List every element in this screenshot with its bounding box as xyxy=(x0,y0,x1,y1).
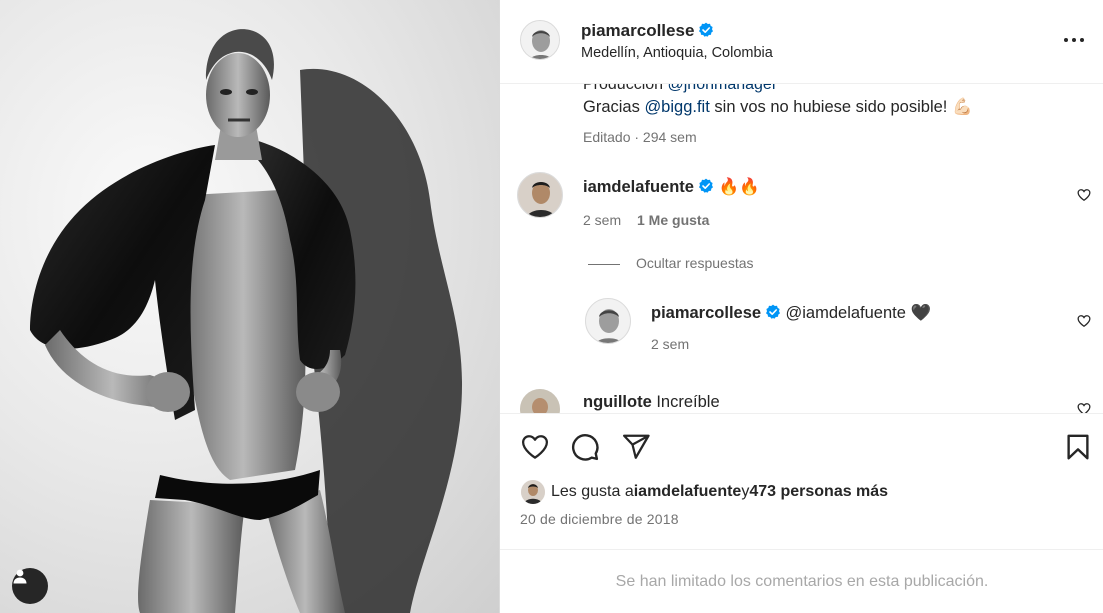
replies-divider-line xyxy=(588,263,620,265)
commenter-avatar-image xyxy=(520,389,560,413)
post-actions: Les gusta a iamdelafuente y 473 personas… xyxy=(500,414,1103,550)
post-photo[interactable] xyxy=(0,0,499,613)
hide-replies-label[interactable]: Ocultar respuestas xyxy=(636,255,754,271)
comments-list[interactable]: Producción @jhonmanager Gracias @bigg.fi… xyxy=(500,84,1103,414)
comment-body: nguillote Increíble xyxy=(583,393,720,412)
likes-summary: Les gusta a iamdelafuente y 473 personas… xyxy=(521,480,888,504)
post-side-panel: piamarcollese Medellín, Antioquia, Colom… xyxy=(499,0,1103,613)
caption-mention-link[interactable]: @bigg.fit xyxy=(644,98,709,116)
caption-text: sin vos no hubiese sido posible! 💪🏻 xyxy=(709,98,973,116)
bookmark-icon[interactable] xyxy=(1063,432,1093,462)
comment-like-heart-icon[interactable] xyxy=(1077,402,1091,414)
commenter-avatar[interactable] xyxy=(520,389,560,413)
user-tag-button[interactable] xyxy=(12,568,48,604)
post-location[interactable]: Medellín, Antioquia, Colombia xyxy=(581,45,773,61)
verified-badge-icon xyxy=(698,178,713,193)
comment-likes-count[interactable]: 1 Me gusta xyxy=(637,212,709,228)
user-tag-icon xyxy=(13,569,27,584)
commenter-avatar-image xyxy=(518,173,562,217)
comments-limited-notice: Se han limitado los comentarios en esta … xyxy=(615,572,989,590)
reply-mention-link[interactable]: @iamdelafuente xyxy=(786,304,906,322)
share-icon[interactable] xyxy=(621,432,651,462)
caption-mention-link[interactable]: @jhonmanager xyxy=(668,84,778,93)
reply-text: 🖤 xyxy=(905,304,932,322)
post-header: piamarcollese Medellín, Antioquia, Colom… xyxy=(500,0,1103,84)
caption-meta: Editado · 294 sem xyxy=(583,129,697,145)
caption-line-partial: Producción @jhonmanager xyxy=(583,84,777,94)
likes-count-link[interactable]: 473 personas más xyxy=(749,483,888,501)
liker-avatar[interactable] xyxy=(521,480,545,504)
author-avatar[interactable] xyxy=(520,20,560,60)
likes-prefix: Les gusta a xyxy=(551,483,634,500)
verified-badge-icon xyxy=(766,304,781,319)
caption-text: Producción xyxy=(583,84,668,93)
comment-like-heart-icon[interactable] xyxy=(1077,188,1091,202)
comment-text: 🔥🔥 xyxy=(713,178,760,196)
comment-time[interactable]: 2 sem xyxy=(583,212,621,228)
reply-avatar[interactable] xyxy=(585,298,631,344)
comment-text: Increíble xyxy=(651,393,720,411)
comment-icon[interactable] xyxy=(570,432,600,462)
verified-badge-icon xyxy=(699,22,714,37)
likes-middle: y xyxy=(741,483,750,500)
reply-time[interactable]: 2 sem xyxy=(651,336,689,352)
post-date[interactable]: 20 de diciembre de 2018 xyxy=(520,511,679,527)
heart-icon[interactable] xyxy=(520,432,550,462)
comment-body: iamdelafuente 🔥🔥 xyxy=(583,178,760,197)
commenter-avatar[interactable] xyxy=(517,172,563,218)
likes-user-link[interactable]: iamdelafuente xyxy=(634,483,742,501)
reply-body: piamarcollese @iamdelafuente 🖤 xyxy=(651,304,931,323)
reply-like-heart-icon[interactable] xyxy=(1077,314,1091,328)
reply-avatar-image xyxy=(586,299,630,343)
reply-username[interactable]: piamarcollese xyxy=(651,304,761,322)
post-photo-artwork xyxy=(30,29,462,613)
author-username[interactable]: piamarcollese xyxy=(581,21,714,41)
more-options-icon xyxy=(1064,38,1084,42)
author-username-text[interactable]: piamarcollese xyxy=(581,21,694,40)
author-avatar-image xyxy=(521,21,559,59)
comment-username[interactable]: iamdelafuente xyxy=(583,178,694,196)
caption-text: Gracias xyxy=(583,98,645,116)
comment-likes-text[interactable]: 1 Me gusta xyxy=(637,212,709,228)
comment-username[interactable]: nguillote xyxy=(583,393,652,411)
caption-line: Gracias @bigg.fit sin vos no hubiese sid… xyxy=(583,98,973,117)
liker-avatar-image xyxy=(521,480,545,504)
hide-replies-button[interactable]: Ocultar respuestas xyxy=(588,255,754,271)
more-options-button[interactable] xyxy=(1062,30,1086,50)
